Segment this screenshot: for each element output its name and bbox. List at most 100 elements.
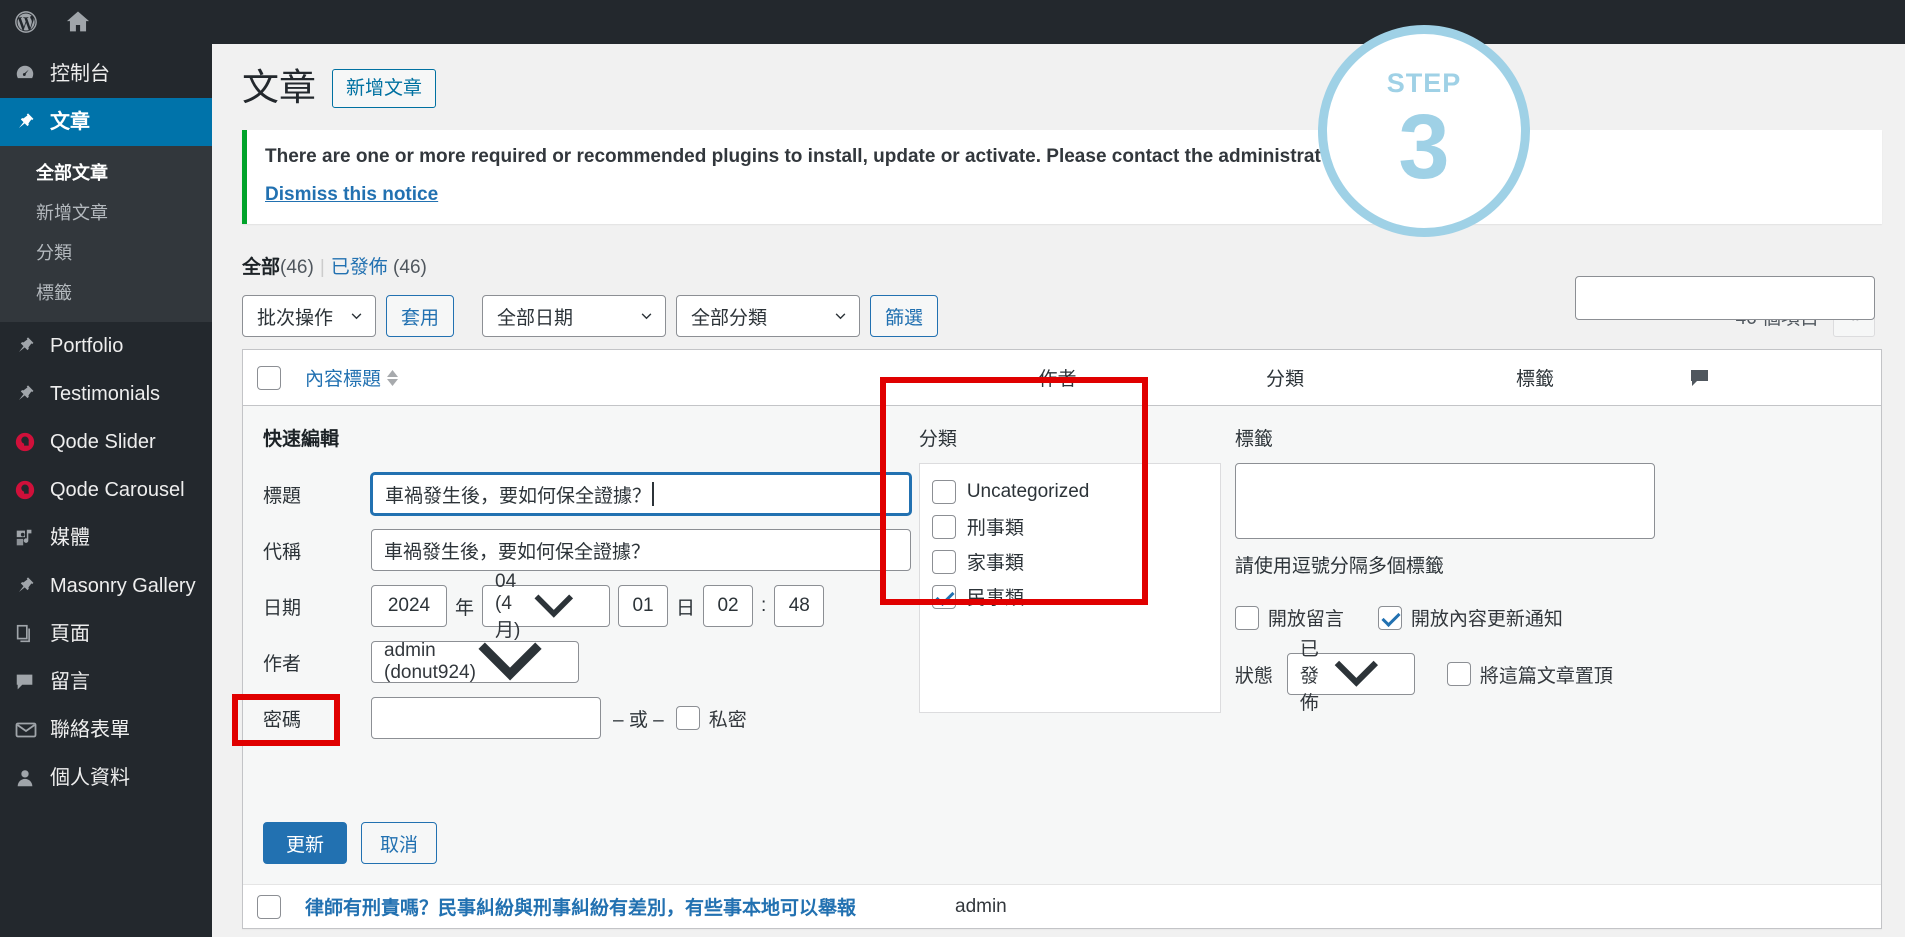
posts-list-table: 內容標題 作者 分類 標籤 快速編輯 標題 車禍發生後，要如何保全證據？ 代稱 …	[242, 349, 1882, 930]
apply-button[interactable]: 套用	[386, 295, 455, 338]
author-select[interactable]: admin (donut924)	[371, 640, 579, 684]
sidebar-item-masonry-gallery[interactable]: Masonry Gallery	[0, 562, 212, 610]
allow-comments-wrap[interactable]: 開放留言	[1234, 604, 1344, 631]
category-label-criminal: 刑事類	[966, 518, 1024, 540]
category-label-uncategorized: Uncategorized	[966, 480, 1090, 502]
select-all-cell	[257, 365, 305, 390]
date-filter-select[interactable]: 全部日期	[482, 295, 667, 338]
pin-icon	[14, 335, 50, 357]
title-label: 標題	[263, 485, 302, 507]
submenu-item-add-post[interactable]: 新增文章	[0, 192, 212, 232]
home-icon[interactable]	[52, 0, 104, 44]
slug-input-value: 車禍發生後，要如何保全證據？	[384, 541, 651, 563]
comment-icon	[14, 671, 50, 693]
quick-edit-options-row: 開放留言 開放內容更新通知	[1234, 604, 1867, 631]
category-checkbox-family[interactable]	[931, 549, 956, 574]
allow-pings-wrap[interactable]: 開放內容更新通知	[1377, 604, 1563, 631]
column-header-categories: 分類	[1265, 369, 1304, 391]
search-posts-input[interactable]	[1575, 276, 1875, 320]
category-item[interactable]: 刑事類	[931, 509, 1208, 544]
admin-sidebar: 控制台 文章 全部文章 新增文章 分類 標籤 Portfolio Testimo…	[0, 44, 220, 937]
column-header-author: 作者	[1038, 369, 1077, 391]
sidebar-item-comments[interactable]: 留言	[0, 658, 212, 706]
sidebar-label-posts: 文章	[50, 111, 90, 133]
posts-submenu: 全部文章 新增文章 分類 標籤	[0, 146, 212, 322]
category-item[interactable]: 民事類	[931, 579, 1208, 614]
sidebar-item-media[interactable]: 媒體	[0, 514, 212, 562]
submenu-item-categories[interactable]: 分類	[0, 232, 212, 272]
date-hour-input[interactable]: 02	[703, 585, 754, 628]
sidebar-item-qode-carousel[interactable]: Qode Carousel	[0, 466, 212, 514]
status-value: 已發佈	[1299, 638, 1319, 714]
mail-icon	[14, 718, 50, 742]
sidebar-item-dashboard[interactable]: 控制台	[0, 50, 212, 98]
wordpress-logo-icon[interactable]	[0, 0, 52, 44]
category-filter-select[interactable]: 全部分類	[676, 295, 861, 338]
chevron-down-icon	[478, 642, 542, 681]
pin-icon	[14, 111, 50, 133]
row-title[interactable]: 律師有刑責嗎？民事糾紛與刑事糾紛有差別，有些事本地可以舉報	[305, 893, 955, 920]
sidebar-item-testimonials[interactable]: Testimonials	[0, 370, 212, 418]
categories-label: 分類	[918, 429, 957, 451]
private-checkbox-wrap[interactable]: 私密	[675, 705, 747, 732]
sidebar-label-contact-form: 聯絡表單	[50, 719, 130, 741]
sidebar-item-pages[interactable]: 頁面	[0, 610, 212, 658]
date-year-input[interactable]: 2024	[371, 585, 447, 628]
select-all-checkbox[interactable]	[257, 365, 281, 390]
content-wrap: 文章 新增文章 There are one or more required o…	[212, 44, 1905, 930]
status-link-all[interactable]: 全部	[242, 257, 280, 278]
sidebar-item-profile[interactable]: 個人資料	[0, 754, 212, 802]
date-day-input[interactable]: 01	[618, 585, 669, 628]
quick-edit-date-row: 日期 2024 年 04 (4 月) 01 日 02 : 48	[263, 571, 919, 641]
comment-bubble-icon	[1691, 369, 1708, 386]
allow-comments-checkbox[interactable]	[1234, 605, 1259, 630]
password-input[interactable]	[371, 697, 601, 740]
sticky-post-checkbox[interactable]	[1446, 662, 1471, 687]
sticky-post-wrap[interactable]: 將這篇文章置頂	[1446, 661, 1613, 688]
date-day-unit: 日	[676, 597, 696, 619]
cancel-button[interactable]: 取消	[361, 822, 438, 865]
row-checkbox[interactable]	[257, 894, 281, 919]
category-item[interactable]: Uncategorized	[931, 474, 1208, 509]
add-new-post-button[interactable]: 新增文章	[332, 68, 437, 108]
quick-edit-heading: 快速編輯	[263, 429, 340, 451]
sidebar-item-qode-slider[interactable]: Qode Slider	[0, 418, 212, 466]
allow-pings-checkbox[interactable]	[1377, 605, 1402, 630]
sidebar-label-qode-carousel: Qode Carousel	[50, 479, 185, 501]
bulk-action-select[interactable]: 批次操作	[242, 295, 377, 338]
status-select[interactable]: 已發佈	[1286, 639, 1415, 714]
qode-icon	[14, 431, 50, 453]
sort-arrows-icon[interactable]	[387, 369, 399, 386]
dismiss-notice-link[interactable]: Dismiss this notice	[265, 184, 438, 206]
chevron-down-icon	[1334, 660, 1379, 687]
category-checkbox-criminal[interactable]	[931, 514, 956, 539]
status-link-published[interactable]: 已發佈	[331, 257, 388, 278]
slug-label: 代稱	[263, 541, 302, 563]
date-month-select[interactable]: 04 (4 月)	[482, 571, 611, 641]
sidebar-item-contact-form[interactable]: 聯絡表單	[0, 706, 212, 754]
step-badge: STEP 3	[1318, 25, 1530, 237]
sidebar-item-portfolio[interactable]: Portfolio	[0, 322, 212, 370]
date-label: 日期	[263, 597, 302, 619]
tags-input[interactable]	[1234, 463, 1655, 540]
categories-checklist[interactable]: Uncategorized 刑事類 家事類 民事類	[918, 463, 1221, 714]
sidebar-item-posts[interactable]: 文章	[0, 98, 220, 146]
submenu-item-tags[interactable]: 標籤	[0, 272, 212, 312]
category-checkbox-uncategorized[interactable]	[931, 479, 956, 504]
date-month-value: 04 (4 月)	[495, 570, 521, 641]
update-button[interactable]: 更新	[263, 822, 348, 865]
category-checkbox-civil[interactable]	[931, 584, 956, 609]
slug-input[interactable]: 車禍發生後，要如何保全證據？	[371, 529, 911, 572]
tags-hint: 請使用逗號分隔多個標籤	[1234, 556, 1444, 578]
user-icon	[14, 767, 50, 789]
column-header-title[interactable]: 內容標題	[305, 364, 955, 391]
submenu-item-all-posts[interactable]: 全部文章	[0, 152, 212, 192]
category-item[interactable]: 家事類	[931, 544, 1208, 579]
filter-button[interactable]: 篩選	[870, 295, 939, 338]
date-minute-input[interactable]: 48	[774, 585, 825, 628]
private-label: 私密	[708, 709, 747, 731]
row-author[interactable]: admin	[955, 896, 1160, 918]
title-input[interactable]: 車禍發生後，要如何保全證據？	[371, 473, 911, 516]
step-badge-word: STEP	[1386, 67, 1462, 98]
private-checkbox[interactable]	[675, 706, 700, 731]
